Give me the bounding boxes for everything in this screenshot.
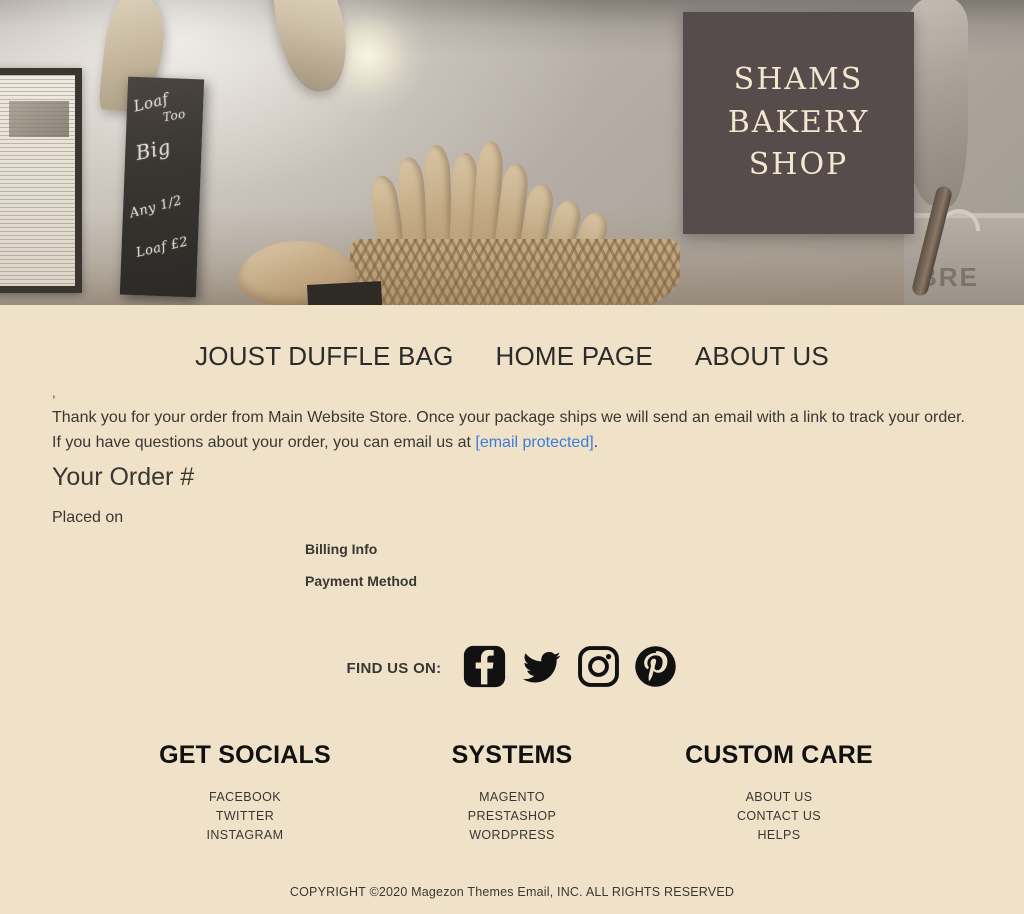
footer-column-title: GET SOCIALS	[159, 740, 331, 769]
shop-sign-line-2: BAKERY	[727, 104, 870, 140]
footer-link-about-us[interactable]: ABOUT US	[646, 788, 913, 807]
placed-on-label: Placed on	[52, 508, 124, 526]
chalk-text-too: Too	[161, 106, 187, 125]
facebook-icon[interactable]	[463, 645, 506, 693]
footer-link-prestashop[interactable]: PRESTASHOP	[379, 807, 646, 826]
baguettes-group	[230, 121, 710, 305]
footer-link-facebook[interactable]: FACEBOOK	[112, 788, 379, 807]
footer-columns: GET SOCIALS FACEBOOK TWITTER INSTAGRAM S…	[0, 693, 1024, 845]
footer-column-title: CUSTOM CARE	[685, 740, 873, 769]
support-email-link[interactable]: [email protected]	[475, 434, 593, 451]
framed-newspaper-picture	[0, 68, 82, 293]
order-body: , Thank you for your order from Main Web…	[0, 380, 1024, 589]
email-page: Loaf Too Big Any 1/2 Loaf £2 SHAMS	[0, 0, 1024, 914]
shop-sign-line-3: SHOP	[748, 147, 849, 183]
find-us-on-label: FIND US ON:	[346, 660, 442, 678]
small-price-tag	[307, 281, 383, 305]
shop-sign: SHAMS BAKERY SHOP	[683, 12, 914, 234]
footer-column-custom-care: CUSTOM CARE ABOUT US CONTACT US HELPS	[646, 741, 913, 845]
payment-method-title: Payment Method	[305, 572, 418, 589]
instagram-icon[interactable]	[577, 645, 620, 693]
order-number-heading: Your Order #	[52, 462, 195, 491]
order-confirmation-paragraph: Thank you for your order from Main Websi…	[52, 398, 972, 456]
footer-column-systems: SYSTEMS MAGENTO PRESTASHOP WORDPRESS	[379, 741, 646, 845]
bread-basket	[350, 239, 680, 305]
hero-banner: Loaf Too Big Any 1/2 Loaf £2 SHAMS	[0, 0, 1024, 305]
chalkboard-sign: Loaf Too Big Any 1/2 Loaf £2	[119, 76, 205, 298]
footer-link-wordpress[interactable]: WORDPRESS	[379, 826, 646, 845]
footer-column-title: SYSTEMS	[451, 740, 573, 769]
footer-link-twitter[interactable]: TWITTER	[112, 807, 379, 826]
footer-link-magento[interactable]: MAGENTO	[379, 788, 646, 807]
greeting-text: ,	[52, 385, 56, 400]
copyright-text: COPYRIGHT ©2020 Magezon Themes Email, IN…	[289, 884, 735, 899]
order-info-block: Billing Info Payment Method	[52, 527, 972, 589]
nav-item-about-us[interactable]: ABOUT US	[695, 341, 829, 372]
nav-item-home-page[interactable]: HOME PAGE	[496, 341, 653, 372]
footer-link-contact-us[interactable]: CONTACT US	[646, 807, 913, 826]
chalk-text-loaf-price: Loaf £2	[134, 234, 190, 261]
nav-item-joust-duffle-bag[interactable]: JOUST DUFFLE BAG	[195, 341, 453, 372]
billing-info-title: Billing Info	[305, 540, 378, 557]
find-us-on-row: FIND US ON:	[0, 589, 1024, 693]
chalk-text-any-half: Any 1/2	[128, 193, 184, 222]
stone-sculpture	[906, 0, 968, 206]
footer-column-get-socials: GET SOCIALS FACEBOOK TWITTER INSTAGRAM	[112, 741, 379, 845]
footer-link-helps[interactable]: HELPS	[646, 826, 913, 845]
twitter-icon[interactable]	[520, 645, 563, 693]
footer-link-instagram[interactable]: INSTAGRAM	[112, 826, 379, 845]
order-paragraph-part-2: .	[593, 433, 599, 451]
main-navigation: JOUST DUFFLE BAG HOME PAGE ABOUT US	[0, 305, 1024, 380]
shop-sign-line-1: SHAMS	[733, 62, 864, 98]
pinterest-icon[interactable]	[634, 645, 677, 693]
chalk-text-big: Big	[133, 134, 173, 165]
